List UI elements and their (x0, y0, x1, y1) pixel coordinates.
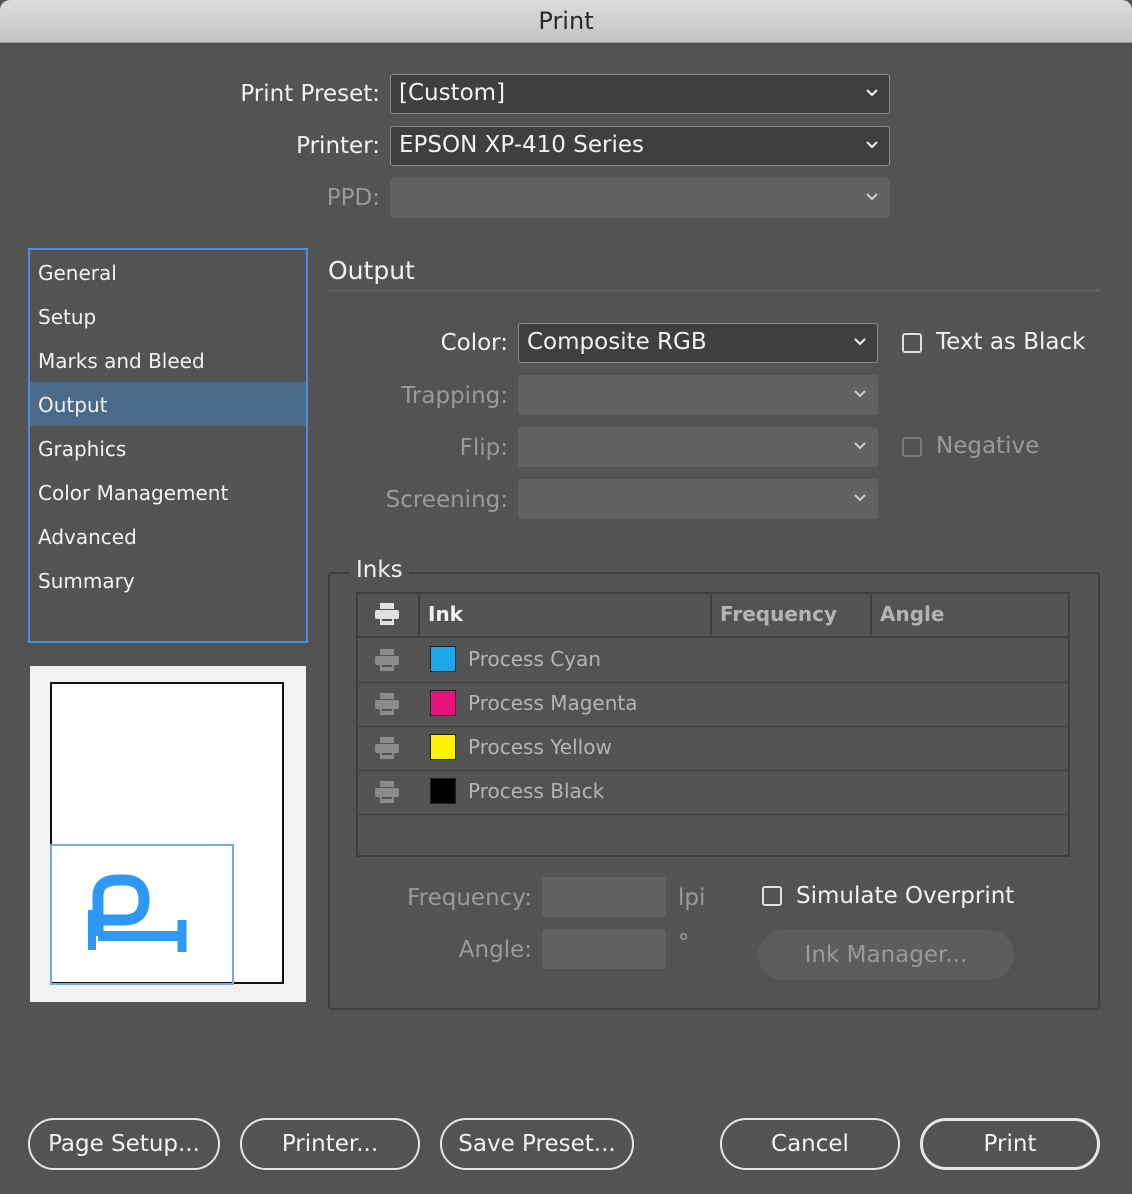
nav-item-color-management[interactable]: Color Management (30, 470, 306, 514)
printer-select[interactable]: EPSON XP-410 Series (390, 126, 890, 166)
ppd-select[interactable] (390, 178, 890, 218)
angle-input[interactable] (542, 929, 666, 969)
inks-legend: Inks (350, 557, 409, 583)
angle-unit: ° (678, 930, 690, 956)
title-bar: Print (0, 0, 1132, 43)
printer-icon (374, 602, 400, 630)
ink-name: Process Cyan (468, 647, 601, 671)
simulate-overprint-checkbox[interactable] (762, 886, 782, 906)
section-title: Output (328, 256, 415, 285)
save-preset-button[interactable]: Save Preset... (440, 1118, 634, 1170)
chevron-down-icon (853, 491, 867, 505)
chevron-down-icon (865, 86, 879, 100)
printer-value: EPSON XP-410 Series (399, 132, 644, 158)
chevron-down-icon (853, 387, 867, 401)
category-list: General Setup Marks and Bleed Output Gra… (28, 248, 308, 643)
nav-item-label: Setup (38, 305, 97, 329)
print-preset-value: [Custom] (399, 80, 506, 106)
ink-row[interactable]: Process Yellow (358, 726, 1068, 771)
frequency-label: Frequency: (407, 885, 532, 911)
column-divider (710, 594, 712, 636)
color-value: Composite RGB (527, 329, 707, 355)
cancel-button[interactable]: Cancel (720, 1118, 900, 1170)
nav-item-label: Color Management (38, 481, 229, 505)
nav-item-label: Summary (38, 569, 135, 593)
nav-item-label: Marks and Bleed (38, 349, 205, 373)
nav-item-setup[interactable]: Setup (30, 294, 306, 338)
nav-item-graphics[interactable]: Graphics (30, 426, 306, 470)
nav-item-marks-and-bleed[interactable]: Marks and Bleed (30, 338, 306, 382)
frequency-unit: lpi (678, 885, 706, 911)
screening-label: Screening: (385, 487, 508, 513)
inks-table-header: Ink Frequency Angle (358, 594, 1068, 638)
nav-item-output[interactable]: Output (30, 382, 306, 426)
printer-icon (374, 648, 400, 676)
color-select[interactable]: Composite RGB (518, 323, 878, 363)
chevron-down-icon (853, 439, 867, 453)
printer-label: Printer: (296, 133, 380, 159)
ink-row[interactable]: Process Black (358, 770, 1068, 815)
nav-item-general[interactable]: General (30, 250, 306, 294)
inks-table: Ink Frequency Angle Process Cyan Process… (356, 592, 1070, 857)
ink-swatch-magenta (430, 690, 456, 716)
ink-row[interactable]: Process Cyan (358, 638, 1068, 683)
text-as-black-checkbox[interactable] (902, 333, 922, 353)
ink-name: Process Yellow (468, 735, 612, 759)
column-divider (870, 594, 872, 636)
flip-label: Flip: (459, 435, 508, 461)
nav-item-summary[interactable]: Summary (30, 558, 306, 602)
chevron-down-icon (865, 190, 879, 204)
ppd-label: PPD: (326, 185, 380, 211)
negative-checkbox[interactable] (902, 437, 922, 457)
screening-select[interactable] (518, 479, 878, 519)
chevron-down-icon (865, 138, 879, 152)
nav-item-label: Graphics (38, 437, 127, 461)
ink-swatch-black (430, 778, 456, 804)
column-header-angle: Angle (880, 602, 945, 626)
ink-row[interactable]: Process Magenta (358, 682, 1068, 727)
window-title: Print (538, 7, 594, 35)
simulate-overprint-label: Simulate Overprint (796, 883, 1015, 909)
chevron-down-icon (853, 335, 867, 349)
print-preset-label: Print Preset: (240, 81, 380, 107)
printer-icon (374, 736, 400, 764)
nav-item-label: Output (38, 393, 108, 417)
printer-icon (374, 780, 400, 808)
angle-label: Angle: (458, 937, 532, 963)
printer-icon (374, 692, 400, 720)
page-setup-button[interactable]: Page Setup... (28, 1118, 220, 1170)
ink-name: Process Black (468, 779, 605, 803)
nav-item-advanced[interactable]: Advanced (30, 514, 306, 558)
section-divider (328, 290, 1100, 291)
column-header-ink: Ink (428, 602, 463, 626)
print-preset-select[interactable]: [Custom] (390, 74, 890, 114)
column-divider (418, 594, 420, 636)
print-button[interactable]: Print (920, 1118, 1100, 1170)
printer-button[interactable]: Printer... (240, 1118, 420, 1170)
ink-name: Process Magenta (468, 691, 638, 715)
frequency-input[interactable] (542, 877, 666, 917)
color-label: Color: (440, 330, 508, 356)
preview-glyph-icon (88, 874, 187, 952)
page-preview (30, 666, 306, 1002)
ink-swatch-cyan (430, 646, 456, 672)
ink-manager-button[interactable]: Ink Manager... (758, 930, 1014, 980)
preview-content-box (50, 844, 234, 985)
trapping-label: Trapping: (401, 383, 508, 409)
negative-label: Negative (936, 433, 1040, 459)
column-header-frequency: Frequency (720, 602, 838, 626)
ink-swatch-yellow (430, 734, 456, 760)
nav-item-label: General (38, 261, 117, 285)
trapping-select[interactable] (518, 375, 878, 415)
flip-select[interactable] (518, 427, 878, 467)
text-as-black-label: Text as Black (936, 329, 1086, 355)
nav-item-label: Advanced (38, 525, 137, 549)
